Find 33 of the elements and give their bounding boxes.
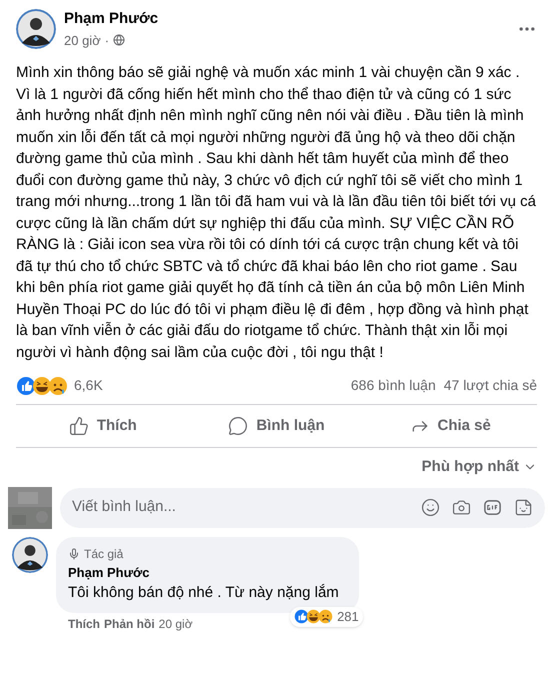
sticker-icon[interactable] <box>514 498 533 517</box>
author-name[interactable]: Phạm Phước <box>64 8 509 30</box>
comment-time[interactable]: 20 giờ <box>158 614 193 632</box>
camera-icon[interactable] <box>452 498 471 517</box>
speech-bubble-icon <box>228 416 248 436</box>
avatar[interactable] <box>16 9 56 49</box>
share-button[interactable]: Chia sẻ <box>363 409 538 443</box>
author-label: Tác giả <box>84 546 124 562</box>
globe-icon <box>113 34 126 46</box>
share-count[interactable]: 47 lượt chia sẻ <box>444 375 537 396</box>
comment-button[interactable]: Bình luận <box>190 409 364 443</box>
thumbs-up-icon <box>68 416 89 436</box>
gif-icon[interactable] <box>483 498 502 517</box>
comment-author[interactable]: Phạm Phước <box>68 562 339 582</box>
comment-composer[interactable]: Viết bình luận... <box>60 488 545 528</box>
like-button[interactable]: Thích <box>16 409 190 443</box>
comment-reactions[interactable]: 281 <box>290 607 363 626</box>
post-text: Mình xin thông báo sẽ giải nghệ và muốn xác minh 1 vài chuyện cần 9 xác . Vì là 1 người đã cống hiến hết mình cho thể thao điện tử và cũng có 1 sức ảnh hưởng nhất định nên mình nghĩ cũng nên nói vài điều . Đầu tiên là mình muốn xin lỗi đến tất cả mọi người những người đã ủng hộ và theo dõi chặn đường game thủ của mình . Sau khi dành hết tâm huyết của mình để theo đuổi con đường game thủ này, 3 chức vô địch cứ nghĩ tôi sẽ viết cho mình 1 trang mới nhưng...trong 1 lần tôi đã ham vui và là lần đầu tiên tôi biết tới vụ cá cược cũng là lần chấm dứt sự nghiệp thi đấu của mình. SỰ VIỆC CẦN RÕ RÀNG là : Giải icon sea vừa rồi tôi có dính tới cá cược trận chung kết và tôi đã tự thú cho tổ chức SBTC và tổ chức đã khai báo lên cho riot game . Sau khi bên phía riot game giải quyết họ đã tính cả tiền án của bộ môn Liên Minh Huyền Thoại PC do lúc đó tôi vi phạm điều lệ đi đêm , hợp đồng và hình phạt là ban vĩnh viễn ở các giải đấu do riotgame tổ chức. Thành thật xin lỗi mọi người vì hành động sai lầm của cuộc đời , tôi ngu thật ! <box>15 63 538 362</box>
microphone-icon <box>68 548 80 560</box>
comment-count[interactable]: 686 bình luận <box>350 375 436 396</box>
comment-field[interactable]: Viết bình luận... <box>72 496 421 519</box>
comment-text: Tôi không bán độ nhé . Từ này nặng lắm <box>68 583 339 603</box>
emoji-icon[interactable] <box>421 498 440 517</box>
post-time[interactable]: 20 giờ <box>64 30 101 50</box>
sort-dropdown[interactable]: Phù hợp nhất <box>422 456 537 478</box>
separator: · <box>104 32 110 50</box>
comment-link[interactable]: Thích <box>68 614 100 632</box>
comment-link[interactable]: Phản hồi <box>104 614 155 632</box>
reaction-count: 281 <box>337 608 359 626</box>
avatar[interactable] <box>12 536 48 572</box>
reactions-icon[interactable] <box>16 376 68 396</box>
reaction-count[interactable]: 6,6K <box>74 375 103 396</box>
reactions-icon[interactable] <box>294 609 334 624</box>
